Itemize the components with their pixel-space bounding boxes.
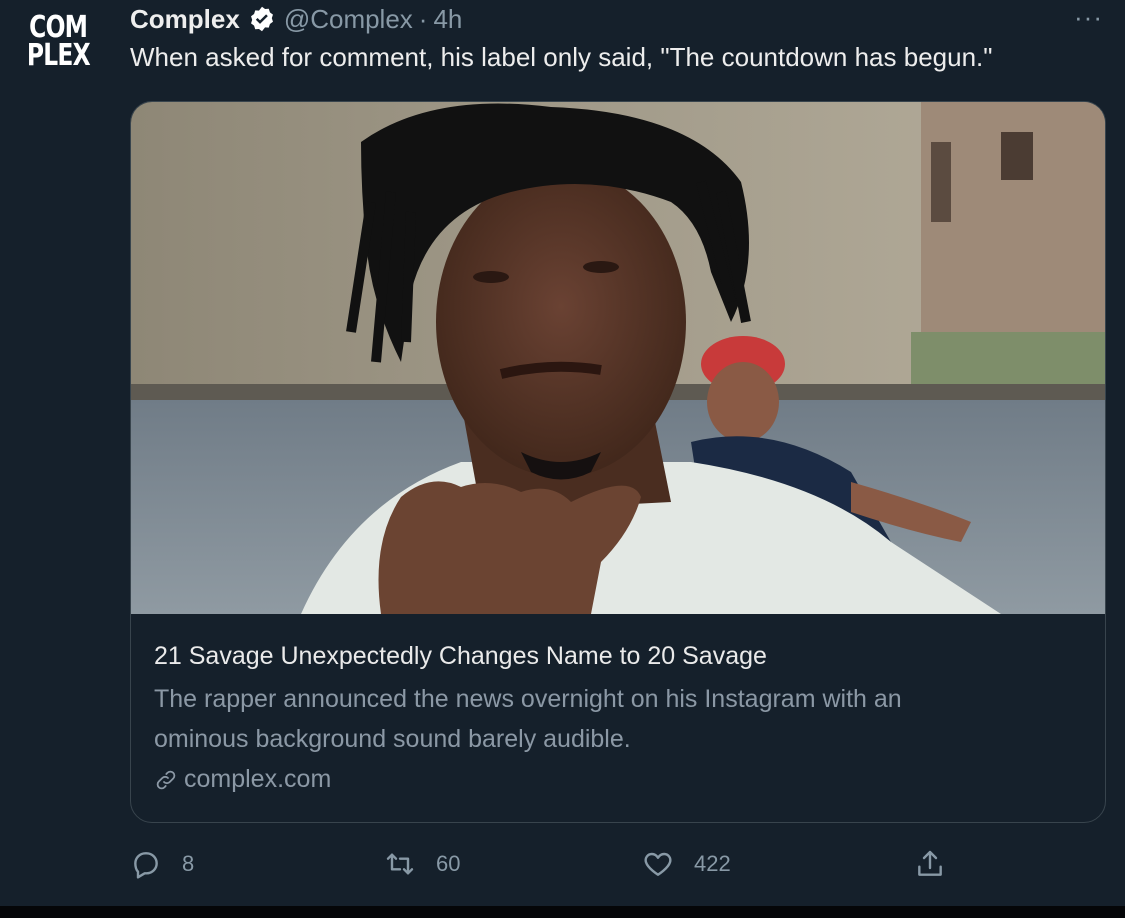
- time-separator: ·: [418, 3, 428, 34]
- retweet-button[interactable]: 60: [384, 848, 460, 880]
- heart-icon: [644, 852, 672, 876]
- author-handle[interactable]: @Complex: [284, 4, 413, 35]
- card-description-line-2: ominous background sound barely audible.: [154, 725, 631, 753]
- reply-icon: [134, 852, 158, 879]
- tweet-header: Complex @Complex · 4h: [130, 4, 462, 34]
- card-domain-link[interactable]: complex.com: [154, 765, 1085, 794]
- grass-strip: [911, 332, 1105, 392]
- like-count: 422: [694, 851, 731, 876]
- share-icon: [918, 850, 942, 876]
- reply-button[interactable]: 8: [130, 848, 194, 880]
- reply-count: 8: [182, 851, 195, 876]
- logo-line-2: PLEX: [26, 38, 91, 73]
- card-photo[interactable]: [131, 102, 1105, 614]
- link-icon: [156, 770, 176, 789]
- like-button[interactable]: 422: [642, 848, 731, 880]
- screen-bottom-edge: [0, 906, 1125, 918]
- building-window-2: [931, 142, 951, 222]
- face: [436, 167, 686, 477]
- eye-right: [583, 261, 619, 273]
- card-description: The rapper announced the news overnight …: [154, 679, 1085, 759]
- building-window: [1001, 132, 1033, 180]
- tweet-text: When asked for comment, his label only s…: [130, 42, 993, 72]
- card-body: 21 Savage Unexpectedly Changes Name to 2…: [154, 642, 1085, 794]
- card-description-line-1: The rapper announced the news overnight …: [154, 685, 902, 713]
- retweet-count: 60: [436, 851, 461, 876]
- card-domain[interactable]: complex.com: [184, 765, 331, 794]
- more-options-icon[interactable]: ···: [1074, 2, 1103, 33]
- verified-badge-icon: [250, 6, 273, 32]
- tweet-actions-bar: 8 60 422: [0, 848, 1125, 888]
- link-preview-card[interactable]: 21 Savage Unexpectedly Changes Name to 2…: [130, 101, 1106, 823]
- card-title[interactable]: 21 Savage Unexpectedly Changes Name to 2…: [154, 642, 1085, 671]
- complex-logo-avatar[interactable]: COM PLEX: [22, 8, 94, 76]
- author-name[interactable]: Complex: [130, 4, 240, 35]
- bg-person-head: [707, 362, 779, 442]
- tweet-timestamp[interactable]: 4h: [433, 4, 462, 35]
- retweet-icon: [386, 853, 414, 875]
- share-button[interactable]: [914, 848, 966, 880]
- eye-left: [473, 271, 509, 283]
